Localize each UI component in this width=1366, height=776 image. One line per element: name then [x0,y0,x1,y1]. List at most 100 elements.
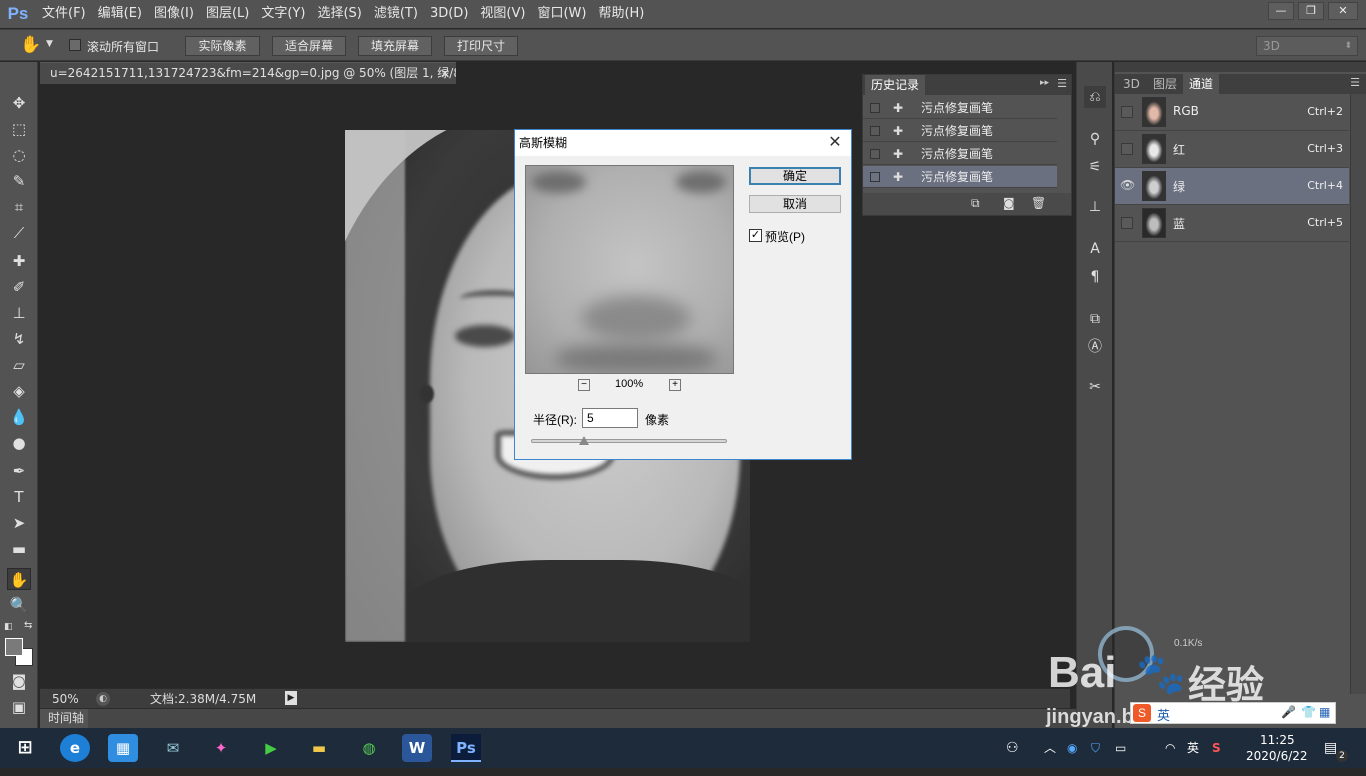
radius-input[interactable]: 5 [582,408,638,428]
eye-icon[interactable]: 👁 [1120,178,1135,192]
history-row-selected[interactable]: ✚ 污点修复画笔 [863,166,1057,188]
lasso-tool-icon[interactable]: ◌ [7,144,31,166]
menu-type[interactable]: 文字(Y) [255,0,311,28]
close-button[interactable]: ✕ [1328,2,1358,20]
paint-bucket-tool-icon[interactable]: ◈ [7,380,31,402]
hand-icon[interactable]: ✋ [20,35,41,55]
wechat-icon[interactable]: ◍ [354,734,384,762]
paragraph-styles-icon[interactable]: ⧉ [1084,308,1106,330]
tray-edge-icon[interactable]: ◉ [1067,728,1077,768]
dodge-tool-icon[interactable]: ● [7,432,31,454]
eyedropper-tool-icon[interactable]: ⟋ [7,222,31,244]
swap-colors-icon[interactable]: ⇆ [24,620,32,631]
tab-layers[interactable]: 图层 [1147,74,1183,94]
app-launcher-icon[interactable]: ▦ [108,734,138,762]
new-document-from-state-icon[interactable]: ⧉ [971,196,980,211]
windows-start-icon[interactable]: ⊞ [10,734,40,762]
history-row[interactable]: ✚ 污点修复画笔 [863,97,1057,119]
people-icon[interactable]: ⚇ [1006,728,1019,768]
history-row[interactable]: ✚ 污点修复画笔 [863,143,1057,165]
shape-tool-icon[interactable]: ▬ [7,538,31,560]
clock-date[interactable]: 2020/6/22 [1246,736,1308,776]
menu-view[interactable]: 视图(V) [474,0,531,28]
channel-row-red[interactable]: 红 Ctrl+3 [1115,131,1349,168]
sogou-ime-icon[interactable]: S [1212,728,1221,768]
cancel-button[interactable]: 取消 [749,195,841,213]
visibility-toggle[interactable] [1121,106,1133,118]
pen-tool-icon[interactable]: ✒ [7,460,31,482]
menu-edit[interactable]: 编辑(E) [92,0,148,28]
tab-history[interactable]: 历史记录 [865,75,926,95]
document-tab[interactable]: u=2642151711,131724723&fm=214&gp=0.jpg @… [40,62,456,84]
default-colors-icon[interactable]: ◧ [4,622,13,632]
history-panel-icon[interactable]: ⎌ [1084,86,1106,108]
tool-presets-icon[interactable]: ✂ [1084,376,1106,398]
foreground-color-swatch[interactable] [5,638,23,656]
new-snapshot-camera-icon[interactable]: ◙ [1003,196,1015,210]
type-tool-icon[interactable]: T [7,486,31,508]
menu-filter[interactable]: 滤镜(T) [368,0,424,28]
restore-button[interactable]: ❐ [1298,2,1324,20]
timeline-tab[interactable]: 时间轴 [40,709,88,728]
history-snapshot-checkbox[interactable] [870,149,880,159]
zoom-level[interactable]: 50% [52,690,79,708]
menu-file[interactable]: 文件(F) [36,0,92,28]
character-styles-icon[interactable]: Ⓐ [1084,336,1106,358]
ok-button[interactable]: 确定 [749,167,841,185]
clone-source-panel-icon[interactable]: ⊥ [1084,196,1106,218]
notification-icon[interactable]: ▤ [1324,728,1337,768]
status-menu-arrow-icon[interactable]: ▶ [285,691,297,705]
channels-scrollbar[interactable] [1350,94,1366,694]
delete-state-trash-icon[interactable]: 🗑 [1031,196,1046,210]
visibility-toggle[interactable] [1121,143,1133,155]
panel-collapse-icon[interactable]: ▸▸ [1040,78,1049,88]
brush-tool-icon[interactable]: ✐ [7,276,31,298]
zoom-in-button[interactable]: + [669,379,681,391]
path-select-tool-icon[interactable]: ➤ [7,512,31,534]
clone-stamp-tool-icon[interactable]: ⊥ [7,302,31,324]
hand-tool-icon[interactable]: ✋ [7,568,31,590]
paragraph-panel-icon[interactable]: ¶ [1084,266,1106,288]
word-icon[interactable]: W [402,734,432,762]
workspace-select[interactable]: 3D ⬍ [1256,36,1358,56]
channel-row-blue[interactable]: 蓝 Ctrl+5 [1115,205,1349,242]
zoom-out-button[interactable]: − [578,379,590,391]
actual-pixels-button[interactable]: 实际像素 [185,36,260,56]
preview-checkbox[interactable]: ✓ [749,229,762,242]
menu-layer[interactable]: 图层(L) [200,0,255,28]
fit-screen-button[interactable]: 适合屏幕 [272,36,346,56]
brush-panel-icon[interactable]: ⚲ [1084,128,1106,150]
move-tool-icon[interactable]: ✥ [7,92,31,114]
channel-row-green[interactable]: 👁 绿 Ctrl+4 [1115,168,1349,205]
radius-slider-thumb[interactable] [578,436,589,445]
file-explorer-icon[interactable]: ▬ [304,734,334,762]
marquee-tool-icon[interactable]: ⬚ [7,118,31,140]
fill-screen-button[interactable]: 填充屏幕 [358,36,432,56]
menu-window[interactable]: 窗口(W) [531,0,592,28]
menu-select[interactable]: 选择(S) [311,0,367,28]
history-brush-tool-icon[interactable]: ↯ [7,328,31,350]
crop-tool-icon[interactable]: ⌗ [7,196,31,218]
menu-image[interactable]: 图像(I) [148,0,200,28]
tool-preset-chevron-icon[interactable]: ▼ [46,39,53,49]
photoshop-taskbar-icon[interactable]: Ps [451,734,481,762]
visibility-toggle[interactable] [1121,217,1133,229]
quick-mask-icon[interactable]: ◙ [7,670,31,692]
quick-select-tool-icon[interactable]: ✎ [7,170,31,192]
mail-icon[interactable]: ✉ [158,734,188,762]
menu-help[interactable]: 帮助(H) [592,0,650,28]
adjustments-panel-icon[interactable]: ⚟ [1084,156,1106,178]
history-snapshot-checkbox[interactable] [870,103,880,113]
document-close-icon[interactable]: × [440,63,450,84]
battery-icon[interactable]: ▭ [1115,728,1126,768]
character-panel-icon[interactable]: A [1084,238,1106,260]
history-snapshot-checkbox[interactable] [870,172,880,182]
panel-menu-icon[interactable]: ☰ [1057,77,1067,90]
wifi-icon[interactable]: ◠ [1165,728,1175,768]
history-snapshot-checkbox[interactable] [870,126,880,136]
healing-brush-tool-icon[interactable]: ✚ [7,250,31,272]
menu-3d[interactable]: 3D(D) [424,0,474,28]
status-info-icon[interactable]: ◐ [96,692,110,706]
video-player-icon[interactable]: ▶ [256,734,286,762]
history-row[interactable]: ✚ 污点修复画笔 [863,120,1057,142]
